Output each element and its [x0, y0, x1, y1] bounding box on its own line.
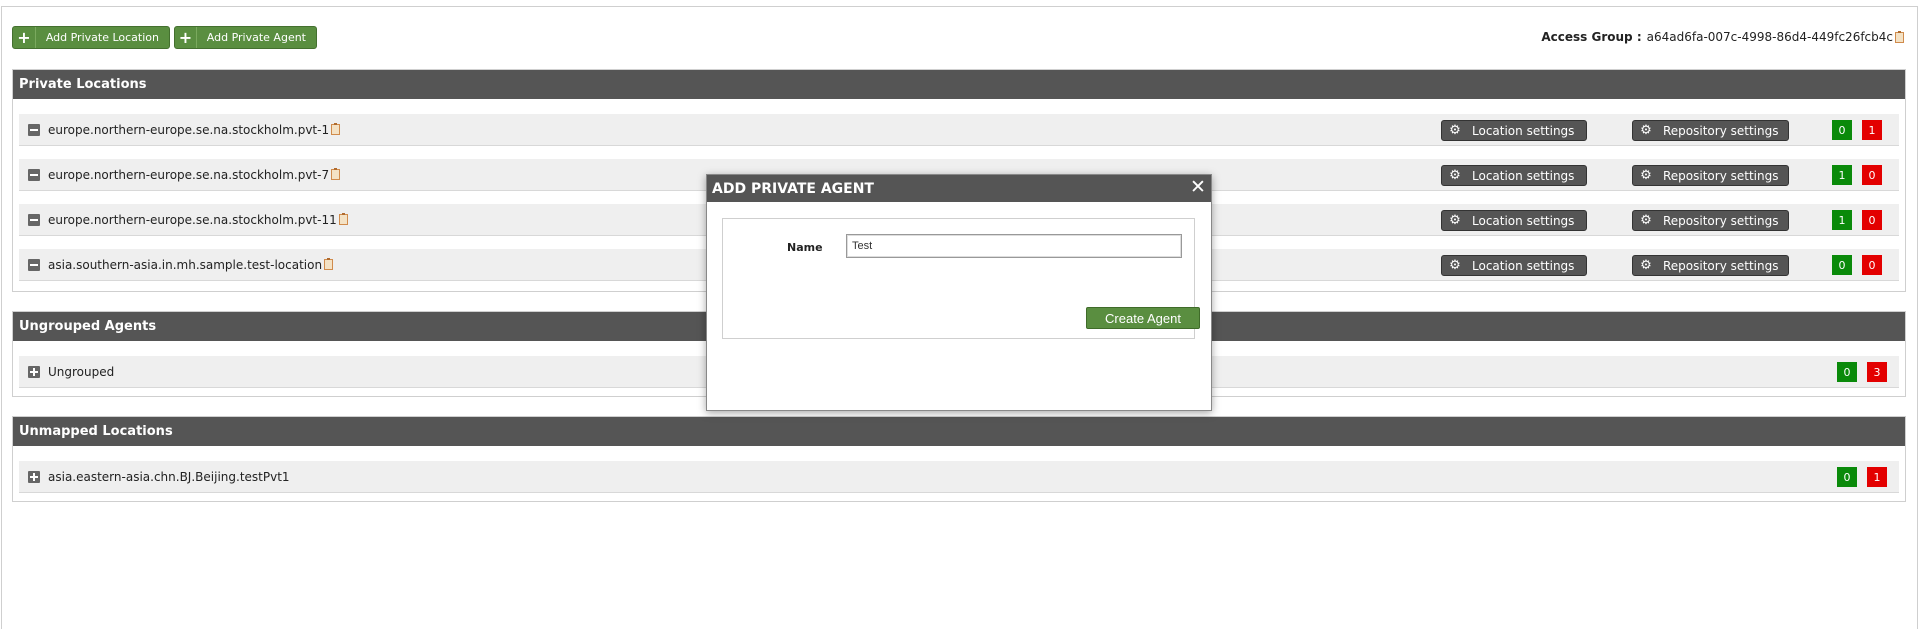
plus-icon: + — [13, 27, 36, 48]
location-name: europe.northern-europe.se.na.stockholm.p… — [48, 212, 337, 227]
dialog-header: ADD PRIVATE AGENT ✕ — [707, 175, 1211, 202]
gear-icon: ⚙ — [1449, 123, 1461, 138]
gear-icon: ⚙ — [1449, 213, 1461, 228]
create-agent-button[interactable]: Create Agent — [1086, 307, 1200, 329]
repository-settings-label: Repository settings — [1663, 168, 1779, 183]
add-private-agent-label: Add Private Agent — [206, 31, 306, 44]
offline-count-badge[interactable]: 1 — [1867, 467, 1887, 487]
add-private-location-button[interactable]: + Add Private Location — [12, 26, 170, 49]
location-settings-button[interactable]: ⚙ Location settings — [1441, 165, 1587, 186]
offline-count-badge[interactable]: 1 — [1862, 120, 1882, 140]
clipboard-icon[interactable] — [331, 168, 341, 180]
clipboard-icon[interactable] — [1895, 30, 1904, 43]
clipboard-icon[interactable] — [331, 123, 341, 135]
online-count-badge[interactable]: 1 — [1832, 165, 1852, 185]
add-private-agent-dialog: ADD PRIVATE AGENT ✕ Name Create Agent — [706, 174, 1212, 411]
repository-settings-button[interactable]: ⚙ Repository settings — [1632, 255, 1789, 276]
offline-count-badge[interactable]: 0 — [1862, 255, 1882, 275]
repository-settings-button[interactable]: ⚙ Repository settings — [1632, 165, 1789, 186]
online-count-badge[interactable]: 1 — [1832, 210, 1852, 230]
location-row: europe.northern-europe.se.na.stockholm.p… — [19, 114, 1899, 146]
private-locations-header: Private Locations — [13, 70, 1905, 99]
gear-icon: ⚙ — [1640, 123, 1652, 138]
unmapped-locations-header: Unmapped Locations — [13, 417, 1905, 446]
clipboard-icon[interactable] — [338, 213, 348, 225]
close-icon[interactable]: ✕ — [1188, 177, 1208, 197]
location-name: asia.eastern-asia.chn.BJ.Beijing.testPvt… — [48, 469, 290, 484]
location-name: europe.northern-europe.se.na.stockholm.p… — [48, 167, 330, 182]
repository-settings-label: Repository settings — [1663, 258, 1779, 273]
add-private-location-label: Add Private Location — [45, 31, 159, 44]
plus-icon: + — [175, 27, 197, 48]
collapse-icon[interactable] — [28, 213, 40, 226]
online-count-badge[interactable]: 0 — [1837, 467, 1857, 487]
expand-icon[interactable] — [28, 365, 40, 378]
clipboard-icon[interactable] — [324, 258, 334, 270]
offline-count-badge[interactable]: 3 — [1867, 362, 1887, 382]
location-row: asia.eastern-asia.chn.BJ.Beijing.testPvt… — [19, 461, 1899, 493]
repository-settings-label: Repository settings — [1663, 123, 1779, 138]
online-count-badge[interactable]: 0 — [1837, 362, 1857, 382]
name-input[interactable] — [846, 234, 1182, 258]
online-count-badge[interactable]: 0 — [1832, 120, 1852, 140]
location-name: europe.northern-europe.se.na.stockholm.p… — [48, 122, 330, 137]
gear-icon: ⚙ — [1449, 168, 1461, 183]
location-settings-button[interactable]: ⚙ Location settings — [1441, 120, 1587, 141]
dialog-title: ADD PRIVATE AGENT — [712, 180, 874, 197]
dialog-form: Name Create Agent — [722, 218, 1200, 339]
location-name: asia.southern-asia.in.mh.sample.test-loc… — [48, 257, 323, 272]
expand-icon[interactable] — [28, 470, 40, 483]
access-group: Access Group : a64ad6fa-007c-4998-86d4-4… — [1541, 30, 1904, 44]
add-private-agent-button[interactable]: + Add Private Agent — [174, 26, 317, 49]
name-field-label: Name — [787, 241, 823, 254]
online-count-badge[interactable]: 0 — [1832, 255, 1852, 275]
access-group-value: a64ad6fa-007c-4998-86d4-449fc26fcb4c — [1646, 30, 1893, 44]
offline-count-badge[interactable]: 0 — [1862, 165, 1882, 185]
location-settings-label: Location settings — [1472, 213, 1575, 228]
repository-settings-button[interactable]: ⚙ Repository settings — [1632, 210, 1789, 231]
repository-settings-button[interactable]: ⚙ Repository settings — [1632, 120, 1789, 141]
gear-icon: ⚙ — [1640, 168, 1652, 183]
location-settings-button[interactable]: ⚙ Location settings — [1441, 210, 1587, 231]
location-settings-label: Location settings — [1472, 258, 1575, 273]
offline-count-badge[interactable]: 0 — [1862, 210, 1882, 230]
collapse-icon[interactable] — [28, 168, 40, 181]
location-settings-label: Location settings — [1472, 168, 1575, 183]
location-settings-label: Location settings — [1472, 123, 1575, 138]
location-settings-button[interactable]: ⚙ Location settings — [1441, 255, 1587, 276]
repository-settings-label: Repository settings — [1663, 213, 1779, 228]
unmapped-locations-section: Unmapped Locations asia.eastern-asia.chn… — [12, 416, 1906, 502]
agent-group-name: Ungrouped — [48, 364, 115, 379]
collapse-icon[interactable] — [28, 123, 40, 136]
access-group-label: Access Group : — [1541, 30, 1642, 44]
gear-icon: ⚙ — [1449, 258, 1461, 273]
gear-icon: ⚙ — [1640, 213, 1652, 228]
gear-icon: ⚙ — [1640, 258, 1652, 273]
collapse-icon[interactable] — [28, 258, 40, 271]
